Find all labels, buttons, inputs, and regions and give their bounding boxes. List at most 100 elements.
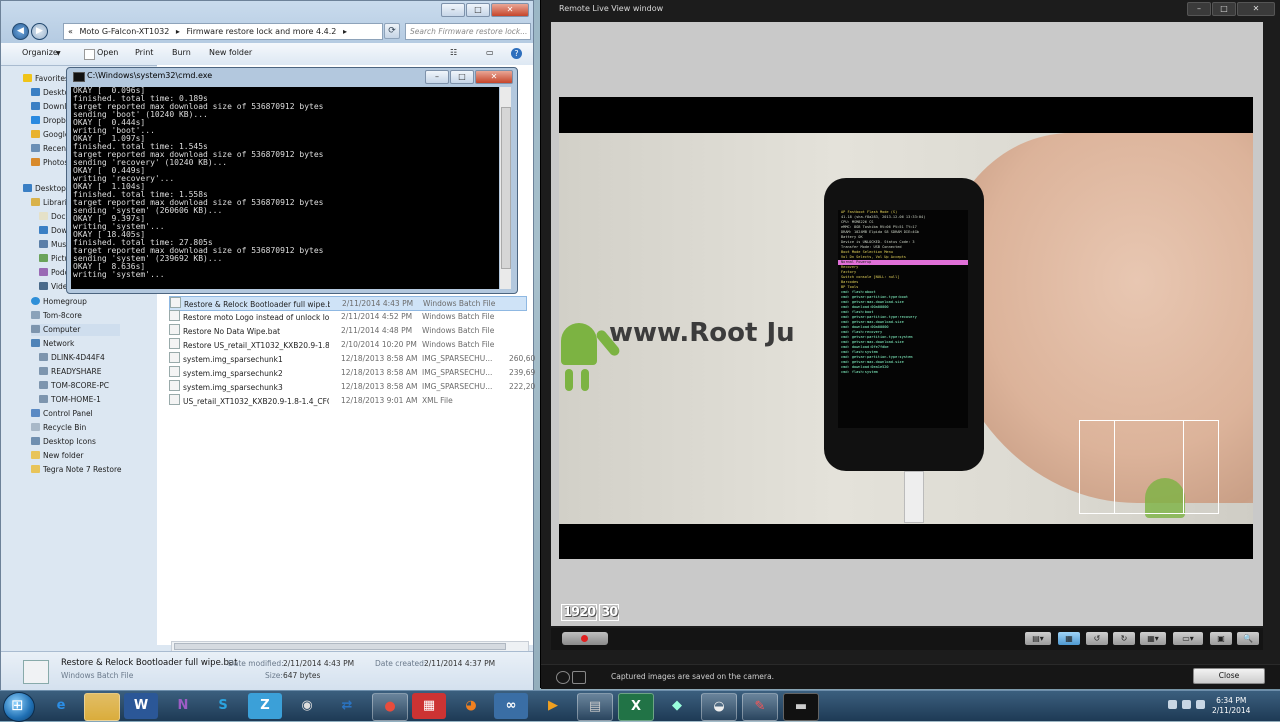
aspect-ratio-icon[interactable]: ▭▾ — [1173, 632, 1203, 645]
back-button[interactable]: ◀ — [12, 23, 29, 40]
nav-tegra-note-7-restore[interactable]: Tegra Note 7 Restore — [31, 464, 122, 476]
help-icon[interactable]: ? — [511, 48, 522, 59]
nav-recycle-bin[interactable]: Recycle Bin — [31, 422, 86, 434]
date-created-label: Date created: — [375, 659, 427, 668]
teamviewer-icon[interactable]: ⇄ — [330, 693, 364, 719]
z-app-icon[interactable]: Z — [248, 693, 282, 719]
nav-desktop-icons[interactable]: Desktop Icons — [31, 436, 96, 448]
paint-icon[interactable]: ✎ — [742, 693, 778, 721]
nav-control-panel[interactable]: Control Panel — [31, 408, 93, 420]
record-dot-icon — [581, 635, 588, 642]
nav-favorites[interactable]: Favorites — [23, 73, 69, 85]
preview-pane-icon[interactable]: ▭ — [486, 48, 494, 57]
date-modified-label: Date modified: — [228, 659, 284, 668]
close-button[interactable]: Close — [1193, 668, 1265, 684]
user-icon — [31, 311, 40, 319]
image-icon[interactable]: ▣ — [1210, 632, 1232, 645]
word-icon[interactable]: W — [124, 693, 158, 719]
address-segment-1[interactable]: Moto G-Falcon-XT1032 — [79, 27, 169, 36]
rlv-window-controls: – □ ✕ — [1187, 2, 1275, 16]
live-view-image[interactable]: www.Root Ju AP Fastboot Flash Mode (S) 41… — [559, 97, 1253, 559]
nav-fav-photos[interactable]: Photos — [31, 157, 68, 169]
grid-icon[interactable]: ▦▾ — [1140, 632, 1166, 645]
internet-explorer-icon[interactable]: e — [44, 693, 78, 719]
network-tray-icon[interactable] — [1182, 700, 1191, 709]
scrollbar-thumb[interactable] — [174, 643, 506, 650]
close-button[interactable]: ✕ — [491, 3, 529, 17]
address-chevron-icon: « — [68, 27, 73, 36]
address-bar[interactable]: « Moto G-Falcon-XT1032 ▸ Firmware restor… — [63, 23, 383, 40]
nav-homegroup[interactable]: Homegroup — [31, 296, 87, 308]
hp-icon[interactable]: ◉ — [290, 693, 324, 719]
burn-button[interactable]: Burn — [172, 48, 191, 57]
excel-icon[interactable]: X — [618, 693, 654, 721]
onenote-icon[interactable]: N — [166, 693, 200, 719]
close-button[interactable]: ✕ — [1237, 2, 1275, 16]
chrome-icon[interactable]: ● — [372, 693, 408, 721]
camera-settings-icon[interactable]: ▤▾ — [1025, 632, 1051, 645]
firefox-icon[interactable]: ◕ — [454, 693, 488, 719]
nav-net-item[interactable]: TOM-HOME-1 — [39, 394, 101, 406]
videos-icon — [39, 282, 48, 290]
open-button[interactable]: Open — [97, 48, 118, 57]
start-button[interactable] — [3, 692, 35, 722]
cmd-window-controls: – □ ✕ — [425, 70, 513, 84]
status-message: Captured images are saved on the camera. — [611, 672, 774, 681]
address-separator-icon: ▸ — [342, 27, 347, 36]
nav-network[interactable]: Network — [31, 338, 74, 350]
volume-icon[interactable] — [1196, 700, 1205, 709]
console-output[interactable]: OKAY [ 0.096s] finished. total time: 0.18… — [71, 87, 499, 289]
skype-icon[interactable]: S — [206, 693, 240, 719]
new-folder-button[interactable]: New folder — [209, 48, 252, 57]
focus-frame[interactable] — [1079, 420, 1219, 514]
minimize-button[interactable]: – — [1187, 2, 1211, 16]
record-button[interactable] — [562, 632, 608, 645]
minimize-button[interactable]: – — [441, 3, 465, 17]
tray-icon[interactable] — [1168, 700, 1177, 709]
app-icon[interactable]: ◆ — [660, 693, 694, 719]
disc-icon — [556, 671, 570, 684]
address-separator-icon: ▸ — [175, 27, 180, 36]
nav-tom8core[interactable]: Tom-8core — [31, 310, 82, 322]
clock[interactable]: 6:34 PM 2/11/2014 — [1212, 696, 1250, 716]
nav-net-item[interactable]: TOM-8CORE-PC — [39, 380, 109, 392]
live-view-icon[interactable]: ▦ — [1058, 632, 1080, 645]
visual-studio-icon[interactable]: ∞ — [494, 693, 528, 719]
refresh-button[interactable]: ⟳ — [384, 23, 400, 39]
maximize-button[interactable]: □ — [450, 70, 474, 84]
search-input[interactable]: Search Firmware restore lock... — [405, 23, 531, 40]
window-title: Remote Live View window — [559, 4, 664, 13]
media-player-icon[interactable]: ▶ — [536, 693, 570, 719]
nav-new-folder[interactable]: New folder — [31, 450, 84, 462]
zoom-icon[interactable]: 🔍 — [1237, 632, 1259, 645]
command-prompt-icon[interactable]: ▬ — [783, 693, 819, 721]
print-button[interactable]: Print — [135, 48, 153, 57]
desktop-icons-icon — [31, 437, 40, 445]
scrollbar-thumb[interactable] — [501, 107, 511, 269]
forward-button[interactable]: ▶ — [31, 23, 48, 40]
android-leg — [565, 369, 573, 391]
app-icon[interactable]: ▦ — [412, 693, 446, 719]
address-segment-2[interactable]: Firmware restore lock and more 4.4.2 — [186, 27, 336, 36]
maximize-button[interactable]: □ — [1212, 2, 1236, 16]
file-explorer-icon[interactable] — [84, 693, 120, 721]
remote-camera-icon[interactable]: ◒ — [701, 693, 737, 721]
nav-desktop[interactable]: Desktop — [23, 183, 66, 195]
date-modified-value: 2/11/2014 4:43 PM — [283, 659, 355, 668]
rotate-left-icon[interactable]: ↺ — [1086, 632, 1108, 645]
close-button[interactable]: ✕ — [475, 70, 513, 84]
view-options-icon[interactable]: ☷ — [450, 48, 457, 57]
file-row[interactable]: Restore & Relock Bootloader full wipe.ba… — [169, 296, 527, 311]
desktop-icon — [31, 88, 40, 96]
organize-menu[interactable]: Organize — [22, 48, 58, 57]
rotate-right-icon[interactable]: ↻ — [1113, 632, 1135, 645]
cmd-taskbar-icon[interactable]: ▤ — [577, 693, 613, 721]
batch-file-icon — [23, 660, 49, 684]
nav-net-item[interactable]: READYSHARE — [39, 366, 102, 378]
vertical-scrollbar[interactable] — [500, 87, 511, 289]
maximize-button[interactable]: □ — [466, 3, 490, 17]
details-filetype: Windows Batch File — [61, 671, 134, 680]
nav-net-item[interactable]: DLINK-4D44F4 — [39, 352, 105, 364]
minimize-button[interactable]: – — [425, 70, 449, 84]
nav-computer[interactable]: Computer — [31, 324, 121, 336]
